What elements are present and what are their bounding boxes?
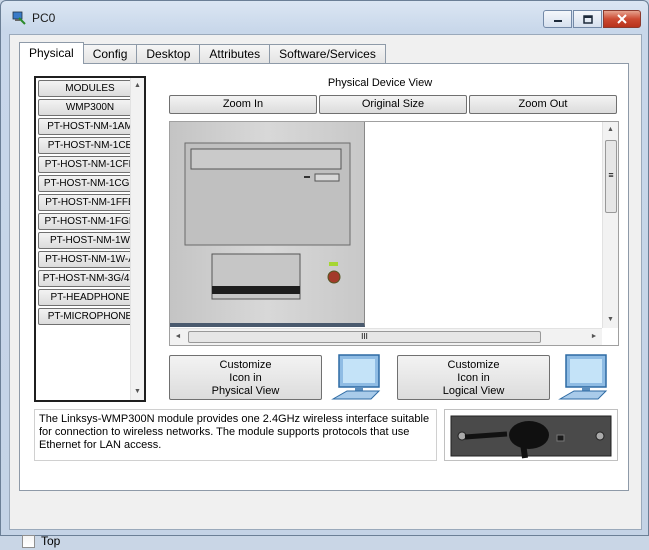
module-item-1am[interactable]: PT-HOST-NM-1AM [38,118,142,135]
module-item-1cge[interactable]: PT-HOST-NM-1CGE [38,175,142,192]
module-item-1w[interactable]: PT-HOST-NM-1W [38,232,142,249]
title-bar[interactable]: PC0 [1,1,648,35]
top-option[interactable]: Top [22,532,60,550]
module-description: The Linksys-WMP300N module provides one … [34,409,437,461]
view-scroll-down-icon[interactable]: ▼ [603,312,618,328]
module-item-1w-a[interactable]: PT-HOST-NM-1W-A [38,251,142,268]
physical-device-view-title: Physical Device View [327,77,433,89]
view-vscroll-thumb[interactable]: ≡ [605,140,617,213]
wmp300n-module-image [444,409,618,461]
top-checkbox[interactable] [22,534,35,548]
customize-logical-line1: Customize [447,359,500,371]
tab-software-services[interactable]: Software/Services [269,44,386,64]
module-item-3g-4g[interactable]: PT-HOST-NM-3G/4G [38,270,142,287]
pc-monitor-icon [558,354,608,400]
client-area: Physical Config Desktop Attributes Softw… [9,34,642,548]
minimize-button[interactable] [543,10,572,28]
pc-monitor-icon [331,354,381,400]
physical-tab-panel: MODULES WMP300N PT-HOST-NM-1AM PT-HOST-N… [19,63,629,491]
maximize-button[interactable] [573,10,602,28]
module-item-wmp300n[interactable]: WMP300N [38,99,142,116]
packet-tracer-icon [12,11,26,25]
module-item-microphone[interactable]: PT-MICROPHONE [38,308,142,325]
view-scroll-right-icon[interactable]: ► [586,329,602,345]
customize-physical-line3: Physical View [211,385,280,397]
zoom-out-button[interactable]: Zoom Out [469,95,617,114]
module-item-1ffe[interactable]: PT-HOST-NM-1FFE [38,194,142,211]
module-item-1ce[interactable]: PT-HOST-NM-1CE [38,137,142,154]
pc-chassis-drawing [184,142,351,300]
module-list: MODULES WMP300N PT-HOST-NM-1AM PT-HOST-N… [34,76,146,402]
customize-logical-view-button[interactable]: Customize Icon in Logical View [397,355,550,400]
module-item-1cfe[interactable]: PT-HOST-NM-1CFE [38,156,142,173]
wireless-module-icon [450,415,612,459]
tab-desktop[interactable]: Desktop [136,44,201,64]
view-scroll-up-icon[interactable]: ▲ [603,122,618,138]
view-hscroll-thumb[interactable]: III [188,331,541,343]
tab-attributes[interactable]: Attributes [199,44,271,64]
scroll-down-arrow-icon[interactable]: ▼ [131,384,144,400]
module-item-headphone[interactable]: PT-HEADPHONE [38,289,142,306]
customize-physical-view-button[interactable]: Customize Icon in Physical View [169,355,322,400]
module-list-scrollbar[interactable]: ▲ ▼ [130,78,144,400]
top-label: Top [41,534,61,548]
view-horizontal-scrollbar[interactable]: ◄ III ► [170,328,602,345]
zoom-in-button[interactable]: Zoom In [169,95,317,114]
minimize-icon [553,20,562,22]
scroll-up-arrow-icon[interactable]: ▲ [131,78,144,94]
pc-chassis-image [170,122,365,327]
customize-physical-line2: Icon in [229,372,262,384]
customize-logical-line3: Logical View [442,385,505,397]
original-size-button[interactable]: Original Size [319,95,467,114]
window-title: PC0 [32,11,56,25]
tab-config[interactable]: Config [82,44,138,64]
pc0-window: PC0 Physical Config Desktop Attributes S… [0,0,649,548]
module-item-1fge[interactable]: PT-HOST-NM-1FGE [38,213,142,230]
maximize-icon [582,14,593,24]
view-scroll-left-icon[interactable]: ◄ [170,329,186,345]
customize-physical-line1: Customize [219,359,272,371]
close-button[interactable] [603,10,641,28]
tab-physical[interactable]: Physical [19,42,84,64]
customize-logical-line2: Icon in [457,372,490,384]
module-item-modules[interactable]: MODULES [38,80,142,97]
close-icon [617,14,627,24]
view-vertical-scrollbar[interactable]: ▲ ≡ ▼ [602,122,618,328]
tab-bar: Physical Config Desktop Attributes Softw… [19,42,386,64]
physical-device-view: ▲ ≡ ▼ ◄ III ► [169,121,619,346]
